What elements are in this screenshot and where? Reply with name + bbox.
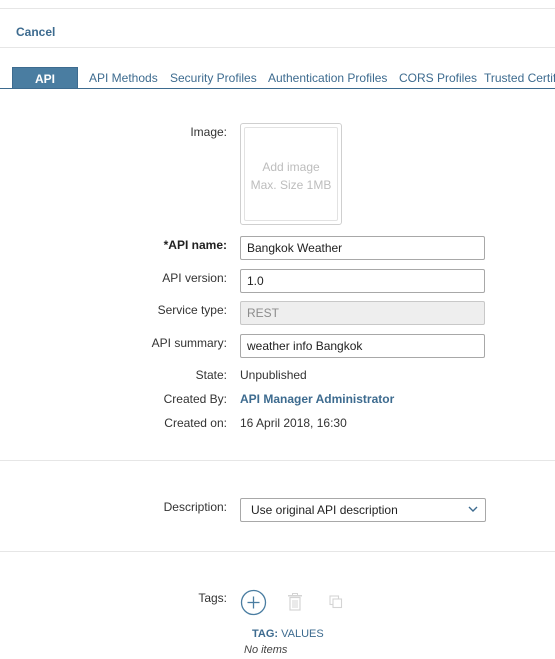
image-upload-hint: Add image Max. Size 1MB [241, 158, 341, 194]
created-by-label: Created By: [163, 392, 227, 406]
created-by-link[interactable]: API Manager Administrator [240, 392, 394, 406]
tab-bar: API API Methods Security Profiles Authen… [0, 67, 555, 89]
description-select[interactable]: Use original API description [240, 498, 486, 522]
api-summary-label: API summary: [151, 336, 227, 350]
cancel-button[interactable]: Cancel [16, 25, 55, 39]
section-divider [0, 460, 555, 461]
api-name-input[interactable]: Bangkok Weather [240, 236, 485, 260]
tab-security-profiles[interactable]: Security Profiles [170, 67, 257, 89]
trash-icon[interactable] [287, 593, 303, 611]
api-version-input[interactable]: 1.0 [240, 269, 485, 293]
created-on-value: 16 April 2018, 16:30 [240, 416, 347, 430]
tags-label: Tags: [198, 591, 227, 605]
add-icon[interactable] [240, 589, 267, 616]
api-summary-input[interactable]: weather info Bangkok [240, 334, 485, 358]
image-upload[interactable]: Add image Max. Size 1MB [240, 123, 342, 225]
state-label: State: [195, 368, 227, 382]
image-hint-line2: Max. Size 1MB [250, 178, 332, 192]
header-divider [0, 47, 555, 48]
api-name-label: *API name: [163, 238, 227, 252]
state-value: Unpublished [240, 368, 307, 382]
tab-trusted-certificates[interactable]: Trusted Certifi [484, 67, 555, 89]
top-divider [0, 8, 555, 9]
tab-api-methods[interactable]: API Methods [89, 67, 158, 89]
section-divider-2 [0, 551, 555, 552]
description-selected-value: Use original API description [251, 503, 398, 517]
copy-icon[interactable] [329, 595, 343, 609]
tab-api[interactable]: API [12, 67, 78, 89]
tags-empty-text: No items [244, 644, 288, 656]
tag-column-header: TAG: [252, 628, 279, 640]
service-type-label: Service type: [157, 303, 227, 317]
image-label: Image: [190, 125, 227, 139]
created-on-label: Created on: [164, 416, 227, 430]
tab-authentication-profiles[interactable]: Authentication Profiles [268, 67, 387, 89]
service-type-field: REST [240, 301, 485, 325]
image-hint-line1: Add image [262, 160, 320, 174]
api-version-label: API version: [162, 271, 227, 285]
tab-underline [0, 88, 555, 89]
description-label: Description: [163, 500, 227, 514]
tags-table-header: TAG: VALUES [252, 628, 324, 640]
chevron-down-icon [468, 506, 478, 512]
values-column-header: VALUES [281, 628, 324, 640]
tab-cors-profiles[interactable]: CORS Profiles [399, 67, 477, 89]
